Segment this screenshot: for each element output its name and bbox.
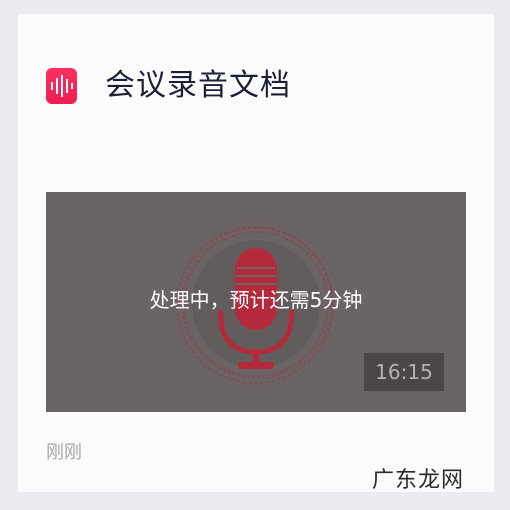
processing-status: 处理中，预计还需5分钟: [149, 288, 363, 312]
card-header: 会议录音文档: [46, 66, 291, 106]
created-timestamp: 刚刚: [46, 442, 82, 463]
duration-badge: 16:15: [364, 353, 444, 391]
recording-card[interactable]: 会议录音文档 处理中，预计还需5分钟 16:15 刚刚: [18, 14, 494, 492]
recording-thumbnail[interactable]: 处理中，预计还需5分钟 16:15: [46, 192, 466, 412]
watermark: 广东龙网: [372, 468, 465, 493]
app-title: 会议录音文档: [105, 68, 291, 103]
audio-waveform-icon: [46, 68, 77, 104]
